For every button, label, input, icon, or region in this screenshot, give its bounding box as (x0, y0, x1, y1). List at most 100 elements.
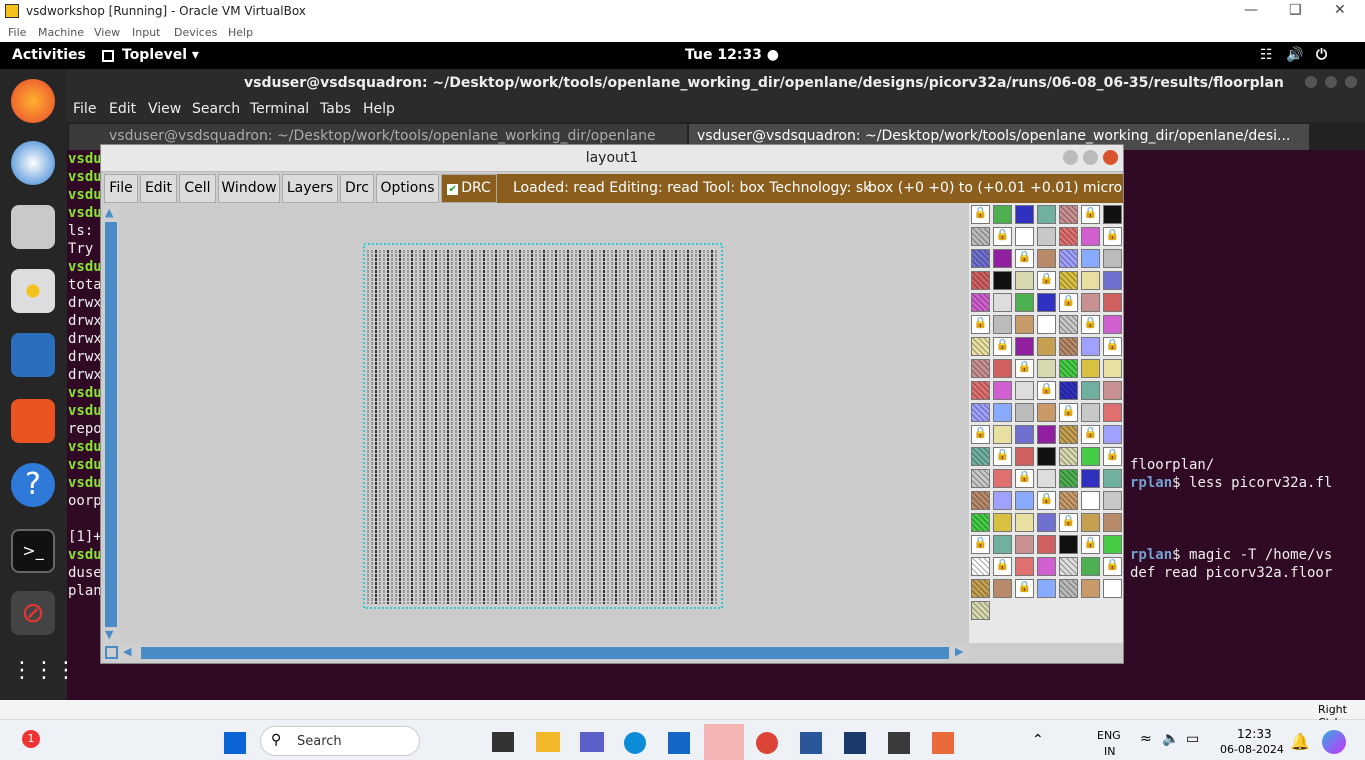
layer-swatch[interactable] (971, 271, 990, 290)
layer-swatch[interactable] (1059, 425, 1078, 444)
layer-swatch[interactable] (1081, 403, 1100, 422)
layer-swatch[interactable]: 🔒 (1015, 469, 1034, 488)
layer-swatch[interactable]: 🔒 (993, 227, 1012, 246)
layer-swatch[interactable] (1059, 205, 1078, 224)
layer-swatch[interactable] (1015, 205, 1034, 224)
notification-badge[interactable]: 1 (22, 730, 40, 748)
zoom-box-icon[interactable] (105, 646, 118, 659)
layer-swatch[interactable] (1103, 271, 1122, 290)
layer-swatch[interactable] (971, 403, 990, 422)
layer-swatch[interactable] (993, 579, 1012, 598)
layer-swatch[interactable] (1081, 469, 1100, 488)
layer-swatch[interactable] (993, 381, 1012, 400)
layer-swatch[interactable]: 🔒 (971, 315, 990, 334)
layer-swatch[interactable] (1037, 205, 1056, 224)
blocked-icon[interactable]: ⊘ (11, 591, 55, 635)
layer-swatch[interactable] (1081, 579, 1100, 598)
term-menu-file[interactable]: File (73, 101, 96, 117)
app-menu[interactable]: Toplevel ▾ (122, 47, 199, 63)
layer-swatch[interactable] (993, 359, 1012, 378)
vbox-menu-view[interactable]: View (94, 26, 120, 39)
layer-swatch[interactable] (1081, 337, 1100, 356)
vertical-scroll-thumb[interactable] (105, 222, 117, 627)
layer-swatch[interactable] (1103, 205, 1122, 224)
scroll-up-icon[interactable]: ▲ (105, 206, 117, 220)
drc-toggle[interactable]: ✔ DRC (441, 174, 497, 203)
layer-swatch[interactable] (1037, 359, 1056, 378)
layer-swatch[interactable] (1103, 403, 1122, 422)
magic-menu-edit[interactable]: Edit (140, 174, 177, 203)
layer-swatch[interactable] (1037, 557, 1056, 576)
file-explorer-icon[interactable] (536, 732, 560, 752)
battery-icon[interactable]: ▭ (1186, 731, 1199, 747)
layer-swatch[interactable]: 🔒 (1015, 359, 1034, 378)
layer-swatch[interactable] (1015, 513, 1034, 532)
magic-maximize-icon[interactable] (1083, 150, 1098, 165)
layer-swatch[interactable] (1037, 227, 1056, 246)
speaker-icon[interactable]: 🔈 (1162, 731, 1179, 747)
layer-swatch[interactable] (971, 381, 990, 400)
scroll-down-icon[interactable]: ▼ (105, 628, 117, 642)
layer-swatch[interactable]: 🔒 (971, 535, 990, 554)
layer-swatch[interactable] (1037, 469, 1056, 488)
layer-swatch[interactable] (1015, 557, 1034, 576)
layer-swatch[interactable] (993, 535, 1012, 554)
layer-swatch[interactable] (1015, 447, 1034, 466)
terminal-icon[interactable]: >_ (11, 529, 55, 573)
writer-icon[interactable] (11, 333, 55, 377)
clock[interactable]: Tue 12:33 ● (685, 47, 779, 63)
layer-swatch[interactable] (1103, 535, 1122, 554)
terminal-close-icon[interactable] (1345, 76, 1357, 88)
layer-swatch[interactable] (1015, 293, 1034, 312)
teams-icon[interactable] (580, 732, 604, 752)
layer-swatch[interactable] (1103, 469, 1122, 488)
layer-swatch[interactable] (1103, 315, 1122, 334)
layer-swatch[interactable] (993, 425, 1012, 444)
task-view-icon[interactable] (492, 732, 514, 752)
layer-swatch[interactable] (1059, 227, 1078, 246)
layer-swatch[interactable]: 🔒 (1015, 579, 1034, 598)
layer-swatch[interactable] (1081, 557, 1100, 576)
layer-swatch[interactable] (993, 403, 1012, 422)
layer-swatch[interactable] (1059, 469, 1078, 488)
layer-swatch[interactable] (1103, 359, 1122, 378)
language-label[interactable]: ENG (1097, 729, 1121, 742)
software-icon[interactable] (11, 399, 55, 443)
layer-swatch[interactable] (1103, 513, 1122, 532)
vbox-menu-help[interactable]: Help (228, 26, 253, 39)
edge-icon[interactable] (624, 732, 646, 754)
layer-swatch[interactable]: 🔒 (1081, 315, 1100, 334)
terminal-maximize-icon[interactable] (1325, 76, 1337, 88)
layer-swatch[interactable] (1103, 579, 1122, 598)
layer-swatch[interactable] (1037, 315, 1056, 334)
layer-swatch[interactable] (1059, 249, 1078, 268)
layer-swatch[interactable] (1081, 227, 1100, 246)
layer-swatch[interactable] (1081, 293, 1100, 312)
layer-swatch[interactable] (1037, 579, 1056, 598)
layer-swatch[interactable] (1081, 381, 1100, 400)
layer-swatch[interactable] (993, 205, 1012, 224)
horizontal-scroll-thumb[interactable] (141, 647, 949, 659)
layer-swatch[interactable] (1015, 491, 1034, 510)
layer-swatch[interactable]: 🔒 (1037, 271, 1056, 290)
activities-button[interactable]: Activities (12, 47, 86, 63)
thunderbird-icon[interactable] (11, 141, 55, 185)
layer-swatch[interactable] (971, 601, 990, 620)
layer-swatch[interactable]: 🔒 (1059, 403, 1078, 422)
layer-swatch[interactable] (1103, 249, 1122, 268)
layer-swatch[interactable] (971, 447, 990, 466)
layer-swatch[interactable] (971, 337, 990, 356)
layer-swatch[interactable] (1059, 271, 1078, 290)
wifi-icon[interactable]: ≈ (1140, 731, 1152, 747)
close-icon[interactable]: ✕ (1334, 2, 1346, 18)
magic-menu-drc[interactable]: Drc (340, 174, 374, 203)
volume-icon[interactable]: 🔊 (1286, 47, 1303, 63)
magic-menu-layers[interactable]: Layers (282, 174, 338, 203)
layer-swatch[interactable]: 🔒 (1059, 293, 1078, 312)
layer-swatch[interactable] (993, 491, 1012, 510)
magic-menu-file[interactable]: File (104, 174, 138, 203)
layer-swatch[interactable] (971, 491, 990, 510)
vbox-menu-machine[interactable]: Machine (38, 26, 84, 39)
layer-swatch[interactable] (1081, 249, 1100, 268)
virtualbox-icon[interactable] (844, 732, 866, 754)
